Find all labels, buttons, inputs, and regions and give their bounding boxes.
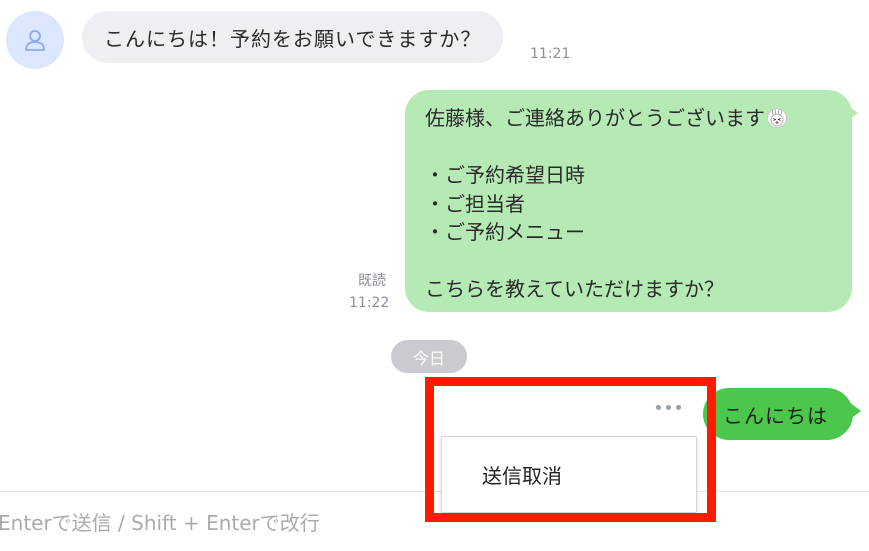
incoming-message-text: こんにちは！予約をお願いできますか？ <box>104 26 482 51</box>
outgoing-bubble-tail <box>846 104 858 122</box>
avatar[interactable] <box>6 11 64 69</box>
outgoing-message-time: 11:22 <box>349 295 390 311</box>
user-icon <box>25 30 45 51</box>
outgoing-line <box>425 247 832 276</box>
outgoing-line: こちらを教えていただけますか？ <box>425 277 724 301</box>
incoming-message-time: 11:21 <box>530 46 571 62</box>
rabbit-face-icon <box>767 108 787 129</box>
latest-bubble-tail <box>849 402 861 420</box>
outgoing-line: ・ご予約メニュー <box>425 220 585 244</box>
outgoing-message-bubble[interactable]: 佐藤様、ご連絡ありがとうございます ・ご予約希望日時 ・ご担当者 ・ご予約メニュ… <box>405 90 852 312</box>
highlight-box <box>425 377 716 522</box>
outgoing-line <box>425 133 832 162</box>
date-separator: 今日 <box>391 340 467 373</box>
message-input[interactable]: Enterで送信 / Shift + Enterで改行 <box>0 507 320 536</box>
incoming-message-bubble[interactable]: こんにちは！予約をお願いできますか？ <box>82 11 504 63</box>
outgoing-line-text: 佐藤様、ご連絡ありがとうございます <box>425 106 765 130</box>
outgoing-line: ・ご予約希望日時 <box>425 163 585 187</box>
outgoing-line: 佐藤様、ご連絡ありがとうございます <box>425 104 832 133</box>
latest-message-bubble[interactable]: こんにちは <box>703 388 853 440</box>
outgoing-line: ・ご担当者 <box>425 191 525 216</box>
read-status: 既読 <box>358 273 386 289</box>
latest-message-text: こんにちは <box>723 403 828 428</box>
